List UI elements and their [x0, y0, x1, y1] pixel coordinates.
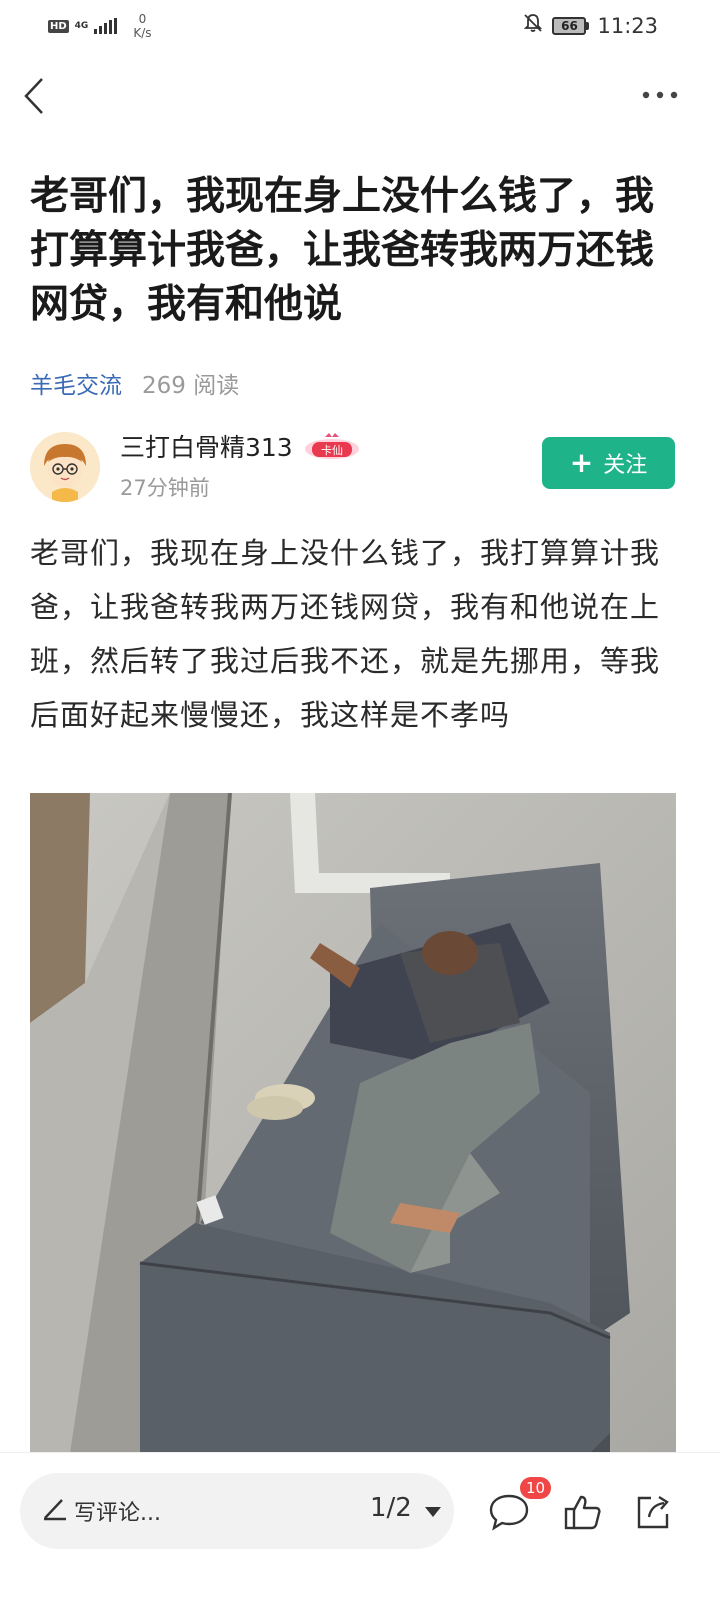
- author-row: 三打白骨精313 卡仙: [120, 428, 361, 464]
- network-speed: 0 K/s: [133, 12, 151, 40]
- status-bar: HD 4G 0 K/s 66 11:23: [0, 0, 720, 50]
- mute-bell-icon: [522, 12, 544, 39]
- status-right: 66 11:23: [522, 12, 658, 39]
- share-button[interactable]: [628, 1487, 678, 1537]
- pencil-icon: [42, 1495, 68, 1525]
- comment-input[interactable]: 写评论... 1/2: [20, 1473, 454, 1549]
- network-type: 4G: [74, 20, 89, 31]
- caret-down-icon[interactable]: [424, 1503, 442, 1522]
- author-name[interactable]: 三打白骨精313: [120, 428, 293, 464]
- vip-badge-text: 卡仙: [321, 444, 343, 457]
- back-button[interactable]: [14, 72, 54, 120]
- follow-button[interactable]: + 关注: [542, 437, 675, 489]
- category-link[interactable]: 羊毛交流: [30, 366, 122, 400]
- vip-badge: 卡仙: [303, 431, 361, 461]
- clock: 11:23: [597, 13, 658, 38]
- comment-placeholder: 写评论...: [74, 1501, 161, 1526]
- like-button[interactable]: [558, 1487, 608, 1537]
- post-meta: 羊毛交流 269 阅读: [30, 366, 239, 400]
- author-avatar[interactable]: [30, 432, 100, 502]
- comment-bubble-icon: [489, 1494, 529, 1531]
- read-count: 269 阅读: [142, 373, 240, 399]
- post-body: 老哥们，我现在身上没什么钱了，我打算算计我爸，让我爸转我两万还钱网贷，我有和他说…: [30, 536, 661, 732]
- post-time: 27分钟前: [120, 476, 210, 500]
- share-icon: [637, 1495, 669, 1529]
- bottom-toolbar: 写评论... 1/2 10: [0, 1452, 720, 1600]
- battery-level: 66: [552, 16, 587, 35]
- hd-icon: HD: [48, 19, 69, 33]
- speed-value: 0: [138, 12, 147, 26]
- status-left: HD 4G 0 K/s: [48, 12, 152, 40]
- plus-icon: +: [569, 446, 594, 479]
- more-options-button[interactable]: [640, 80, 680, 110]
- follow-label: 关注: [603, 453, 648, 478]
- thumbs-up-icon: [564, 1495, 601, 1530]
- post-title: 老哥们，我现在身上没什么钱了，我打算算计我爸，让我爸转我两万还钱网贷，我有和他说: [30, 174, 655, 327]
- more-dots-icon: [642, 91, 678, 99]
- signal-icon: [94, 18, 118, 34]
- page-indicator[interactable]: 1/2: [370, 1493, 412, 1523]
- post-image[interactable]: [30, 793, 676, 1453]
- chevron-left-icon: [24, 78, 43, 114]
- comment-count-badge: 10: [520, 1477, 552, 1499]
- battery-icon: 66: [552, 16, 590, 35]
- speed-unit: K/s: [133, 26, 152, 40]
